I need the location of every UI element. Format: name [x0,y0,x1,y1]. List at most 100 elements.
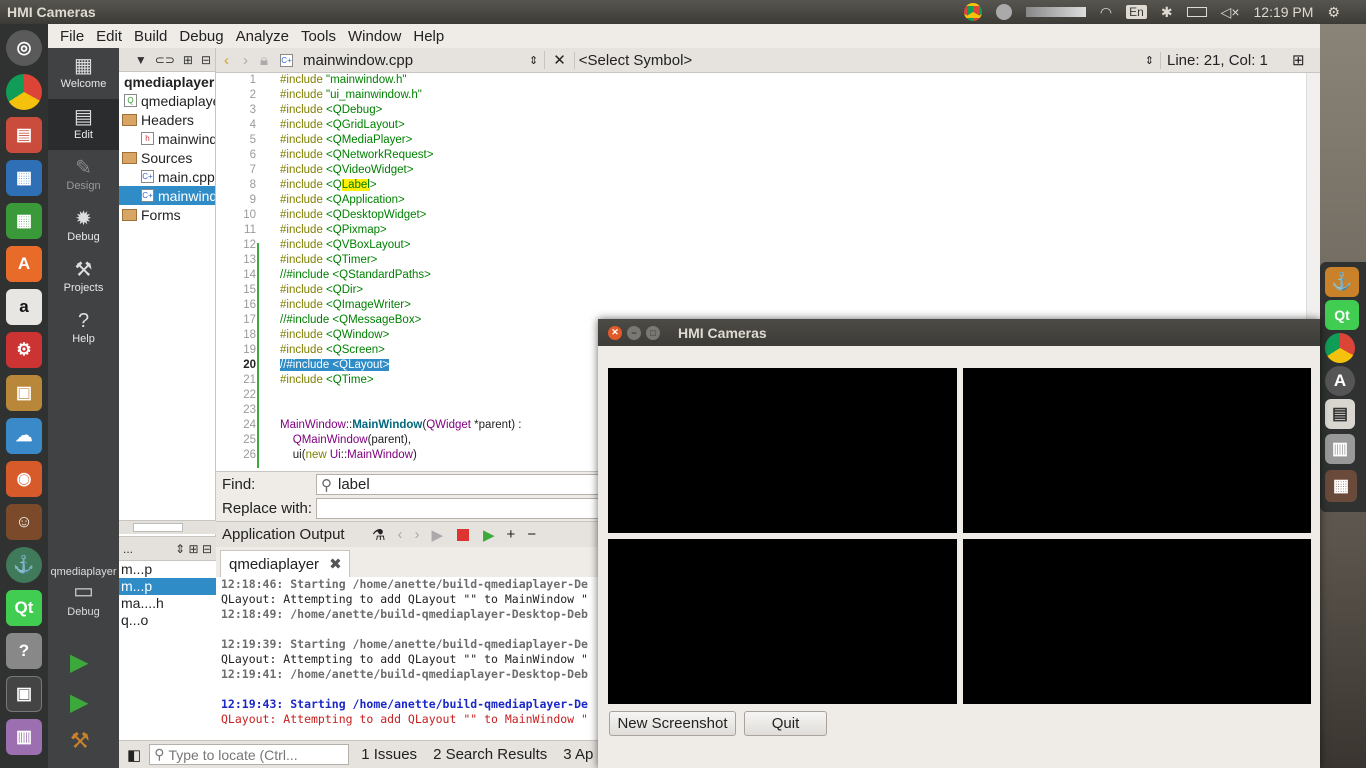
system-settings-icon[interactable]: ⚙ [6,332,42,368]
workspace-dock-icon[interactable]: ▦ [1325,470,1357,502]
mode-debug[interactable]: ✹ Debug [48,201,119,252]
mode-help[interactable]: ? Help [48,303,119,354]
update-launcher-icon[interactable]: ⚓ [6,547,42,583]
run-button[interactable]: ▶ [70,648,88,677]
qt-creator-launcher-icon[interactable]: Qt [6,590,42,626]
toggle-sidebar-icon[interactable]: ◧ [119,746,149,764]
cursor-position[interactable]: Line: 21, Col: 1 [1160,51,1284,69]
clear-output-icon[interactable]: ⚗ [366,526,391,544]
help-launcher-icon[interactable]: ? [6,633,42,669]
amazon-launcher-icon[interactable]: a [6,289,42,325]
split-icon[interactable]: ⊞ [189,542,199,556]
power-gear-icon[interactable]: ⚙ [1327,4,1340,21]
chat-tray-icon[interactable] [995,4,1012,20]
battery-icon[interactable] [1186,7,1207,17]
menu-analyze[interactable]: Analyze [230,28,295,45]
gimp-launcher-icon[interactable]: ☺ [6,504,42,540]
tree-item-header-file[interactable]: hmainwindow.h [119,129,215,148]
menu-help[interactable]: Help [407,28,450,45]
kit-selector[interactable]: qmediaplayer ▭ Debug [48,566,119,618]
files-launcher-icon[interactable]: ▤ [6,117,42,153]
minimize-window-icon[interactable]: − [627,325,641,340]
forward-arrow-icon[interactable]: › [237,52,254,69]
menu-tools[interactable]: Tools [295,28,342,45]
attach-debugger-icon[interactable]: ▶ [477,526,501,544]
menu-build[interactable]: Build [128,28,173,45]
prev-item-icon[interactable]: ‹ [391,526,408,543]
tree-item-headers[interactable]: Headers [119,110,215,129]
chrome-tray-icon[interactable] [963,3,982,21]
file-selector[interactable]: mainwindow.cpp [297,52,523,69]
symbol-selector[interactable]: <Select Symbol> [573,51,1139,69]
clock[interactable]: 12:19 PM [1254,4,1314,20]
files-dock-icon[interactable]: ▤ [1325,399,1355,429]
tree-item-sources[interactable]: Sources [119,148,215,167]
tree-item-project[interactable]: qmediaplayer [119,72,215,91]
menu-debug[interactable]: Debug [173,28,229,45]
mode-projects[interactable]: ⚒ Projects [48,252,119,303]
split-icon[interactable]: ⊞ [183,53,193,67]
wifi-icon[interactable]: ◠ [1100,4,1112,21]
mode-edit[interactable]: ▤ Edit [48,99,119,150]
hmi-title-bar[interactable]: ✕ − □ HMI Cameras [598,319,1320,346]
keyboard-layout-indicator[interactable]: En [1126,5,1147,19]
chrome-launcher-icon[interactable] [6,74,42,110]
close-pane-icon[interactable]: ⊟ [201,53,211,67]
workspaces-launcher-icon[interactable]: ▣ [6,676,42,712]
trash-launcher-icon[interactable]: ▥ [6,719,42,755]
qt-dock-icon[interactable]: Qt [1325,300,1359,330]
link-icon[interactable]: ⊂⊃ [155,53,175,67]
dash-home-icon[interactable]: ◎ [6,30,42,66]
mode-welcome[interactable]: ▦ Welcome [48,48,119,99]
mode-design[interactable]: ✎ Design [48,150,119,201]
archive-launcher-icon[interactable]: ▣ [6,375,42,411]
output-tab-qmediaplayer[interactable]: qmediaplayer ✖ [220,550,350,577]
open-doc-item[interactable]: m...p [119,578,216,595]
search-results-tab[interactable]: 2 Search Results [425,746,555,763]
stop-icon[interactable] [457,528,469,541]
quit-button[interactable]: Quit [744,711,827,736]
tree-item-main-cpp[interactable]: C+ main.cpp [119,167,215,186]
update-dock-icon[interactable]: A [1325,366,1355,396]
indicator-bars-icon[interactable] [1025,7,1086,17]
file-dropdown-arrow-icon[interactable]: ⇕ [523,54,544,67]
software-center-icon[interactable]: A [6,246,42,282]
volume-mute-icon[interactable]: ◁× [1221,4,1240,21]
close-tab-icon[interactable]: ✖ [329,555,342,573]
back-arrow-icon[interactable]: ‹ [216,52,237,69]
build-hammer-icon[interactable]: ⚒ [70,728,90,754]
horizontal-scrollbar[interactable] [119,520,216,534]
close-window-icon[interactable]: ✕ [608,325,622,340]
menu-window[interactable]: Window [342,28,407,45]
writer-launcher-icon[interactable]: ▦ [6,160,42,196]
calc-launcher-icon[interactable]: ▦ [6,203,42,239]
symbol-dropdown-arrow-icon[interactable]: ⇕ [1139,54,1160,67]
new-screenshot-button[interactable]: New Screenshot [609,711,736,736]
tree-item-forms[interactable]: Forms [119,205,215,224]
anchor-dock-icon[interactable]: ⚓ [1325,267,1359,297]
zoom-in-icon[interactable]: + [501,526,522,543]
open-doc-item[interactable]: m...p [119,561,216,578]
bluetooth-icon[interactable]: ✱ [1161,4,1173,21]
tree-item-mainwindow-cpp[interactable]: C+mainwindow.cpp [119,186,215,205]
filter-icon[interactable]: ▼ [135,53,147,67]
locator-input[interactable]: ⚲ Type to locate (Ctrl... [149,744,350,765]
tree-item-pro-file[interactable]: Qqmediaplayer [119,91,215,110]
menu-file[interactable]: File [54,28,90,45]
next-item-icon[interactable]: › [408,526,425,543]
find-input[interactable]: ⚲ label [316,474,616,495]
menu-edit[interactable]: Edit [90,28,128,45]
sort-icon[interactable]: ⇕ [175,542,185,556]
rerun-icon[interactable]: ▶ [425,526,449,544]
replace-input[interactable] [316,498,616,519]
application-output-tab[interactable]: 3 Ap [555,746,601,763]
close-pane-icon[interactable]: ⊟ [202,542,212,556]
debug-run-button[interactable]: ▶ [70,688,88,717]
close-file-icon[interactable]: ✕ [544,51,574,69]
trash-dock-icon[interactable]: ▥ [1325,434,1355,464]
split-editor-icon[interactable]: ⊞ [1284,51,1305,69]
weather-launcher-icon[interactable]: ☁ [6,418,42,454]
issues-tab[interactable]: 1 Issues [349,746,425,763]
zoom-out-icon[interactable]: − [521,526,542,543]
fish-launcher-icon[interactable]: ◉ [6,461,42,497]
